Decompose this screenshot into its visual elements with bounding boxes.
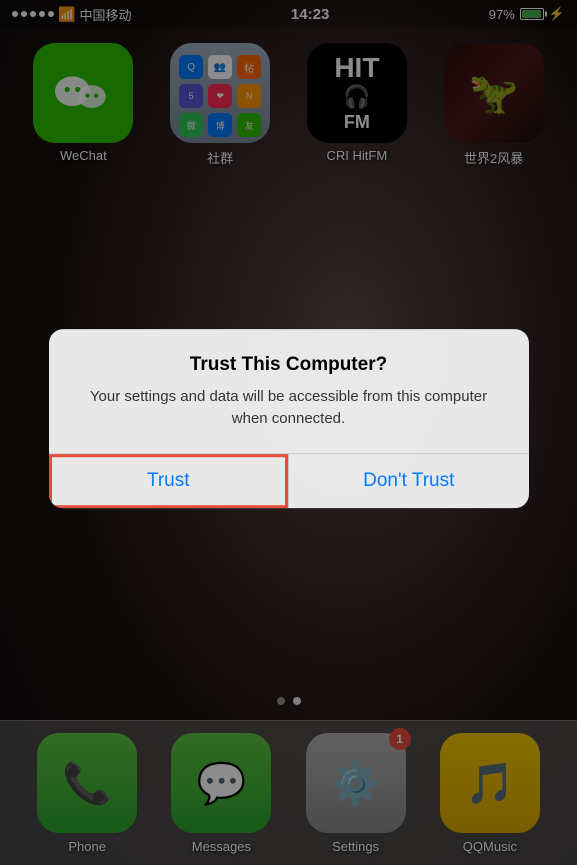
dont-trust-button[interactable]: Don't Trust <box>289 454 529 508</box>
dialog-title: Trust This Computer? <box>79 354 499 376</box>
dialog-content: Trust This Computer? Your settings and d… <box>49 329 529 431</box>
trust-dialog: Trust This Computer? Your settings and d… <box>49 329 529 508</box>
dialog-message: Your settings and data will be accessibl… <box>79 386 499 431</box>
dialog-buttons: Trust Don't Trust <box>49 454 529 508</box>
trust-button[interactable]: Trust <box>49 454 290 508</box>
